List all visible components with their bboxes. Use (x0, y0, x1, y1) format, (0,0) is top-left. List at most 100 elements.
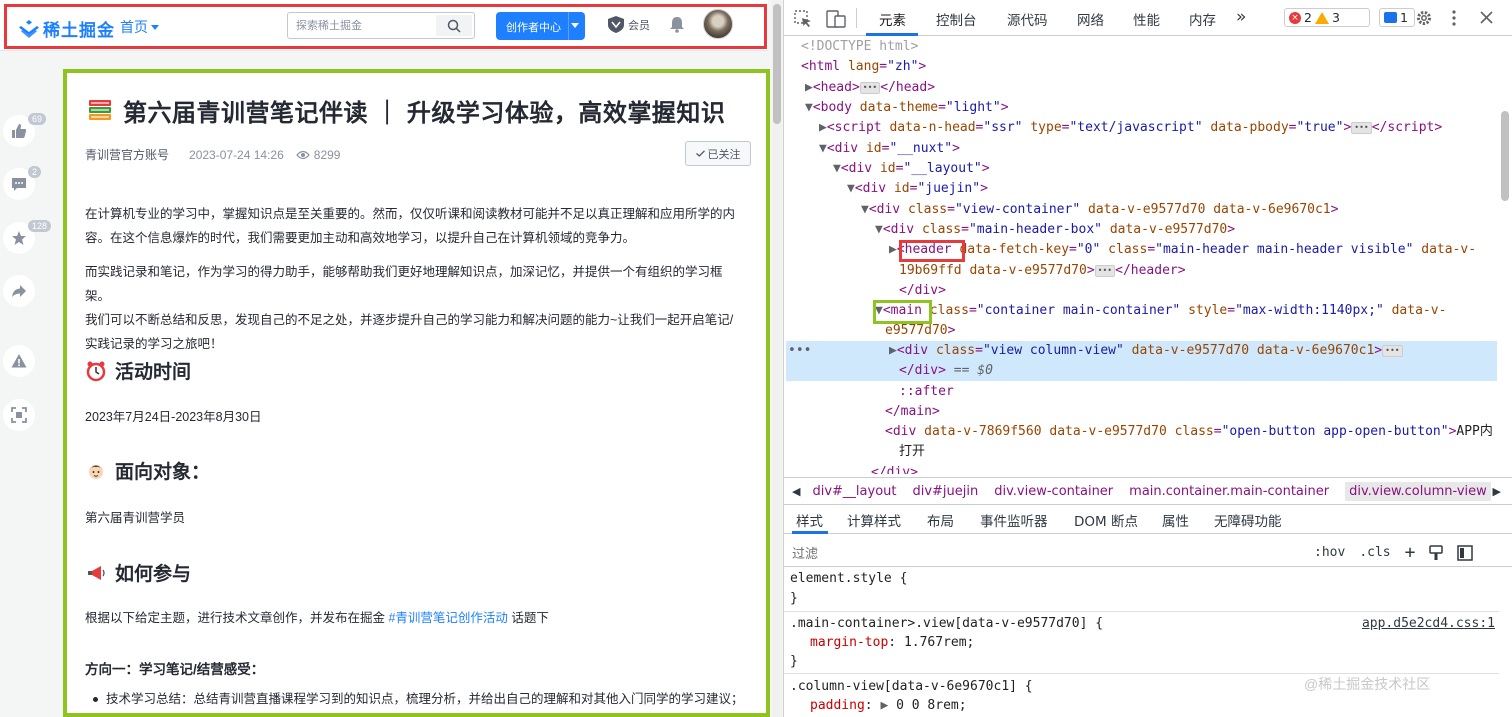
subtab-layout[interactable]: 布局 (927, 510, 954, 530)
search-input[interactable] (296, 13, 436, 38)
issues-counter[interactable]: × 2 3 (1284, 8, 1370, 27)
tag-name: header (1130, 263, 1178, 278)
watermark-text: @稀土掘金技术社区 (1304, 676, 1431, 692)
close-devtools-icon[interactable] (1480, 11, 1493, 24)
dom-line[interactable]: ▶<script data-n-head="ssr" type="text/ja… (819, 118, 1442, 138)
breadcrumb-scroll-left-icon[interactable]: ◀ (792, 485, 800, 498)
rule-selector[interactable]: .main-container>.view[data-v-e9577d70] { (790, 614, 1103, 633)
activity-time-text: 2023年7月24日-2023年8月30日 (85, 410, 262, 424)
cls-toggle[interactable]: .cls (1359, 545, 1390, 560)
ellipsis-icon[interactable]: ••• (1382, 344, 1403, 357)
breadcrumb-item[interactable]: div.view-container (994, 484, 1113, 499)
dom-line[interactable]: ::after (899, 382, 954, 402)
heading-target-audience: 面向对象： (85, 457, 210, 484)
report-button[interactable] (3, 345, 35, 377)
star-icon (12, 231, 26, 245)
scrollbar-thumb[interactable] (1501, 111, 1509, 201)
filter-input[interactable]: 过滤 (792, 543, 818, 562)
settings-gear-icon[interactable] (1415, 9, 1433, 27)
dom-tree-scrollbar[interactable] (1499, 81, 1510, 474)
notification-bell[interactable] (669, 16, 685, 36)
tab-memory[interactable]: 内存 (1189, 9, 1216, 29)
vip-entry[interactable]: 会员 (608, 16, 650, 33)
tab-console[interactable]: 控制台 (936, 9, 977, 29)
follow-button[interactable]: 已关注 (685, 141, 751, 166)
search-button[interactable] (436, 15, 472, 36)
rule-declaration[interactable]: margin-top: 1.767rem; (810, 633, 974, 652)
nav-home-dropdown[interactable]: 首页 (120, 17, 159, 37)
dom-line[interactable]: ▼<main class="container main-container" … (875, 301, 1446, 321)
subtab-dom-breakpoints[interactable]: DOM 断点 (1074, 510, 1138, 530)
dom-line[interactable]: ▶<header data-fetch-key="0" class="main-… (889, 240, 1476, 260)
breadcrumb-item[interactable]: div#juejin (912, 484, 978, 499)
dom-line[interactable]: 打开 (899, 442, 925, 462)
rule-selector[interactable]: element.style { (790, 569, 907, 588)
tab-sources[interactable]: 源代码 (1007, 9, 1048, 29)
dom-line[interactable]: ▼<div id="__layout"> (833, 159, 990, 179)
tab-network[interactable]: 网络 (1077, 9, 1104, 29)
list-item: 技术学习总结：总结青训营直播课程学习到的知识点，梳理分析，并给出自己的理解和对其… (93, 687, 744, 711)
breadcrumb-item[interactable]: main.container.main-container (1129, 484, 1329, 499)
dom-line[interactable]: <html lang="zh"> (801, 57, 926, 77)
kebab-menu-icon[interactable] (1452, 10, 1456, 26)
topic-link[interactable]: #青训营笔记创作活动 (388, 611, 507, 625)
sidebar-toggle-icon[interactable] (1457, 544, 1474, 561)
share-button[interactable] (3, 275, 35, 307)
heading-text: 面向对象： (115, 462, 211, 483)
ellipsis-icon[interactable]: ••• (1351, 121, 1372, 134)
pseudo-element: ::after (899, 384, 954, 399)
dom-line[interactable]: <div data-v-7869f560 data-v-e9577d70 cla… (885, 422, 1493, 442)
dom-line[interactable]: ▼<div id="__nuxt"> (819, 139, 960, 159)
subtab-properties[interactable]: 属性 (1162, 510, 1189, 530)
more-tabs-icon[interactable]: » (1236, 7, 1246, 27)
breadcrumb-scroll-right-icon[interactable]: ▶ (1493, 485, 1501, 498)
author-name[interactable]: 青训营官方账号 (85, 146, 169, 163)
creator-center-button[interactable]: 创作者中心 (496, 12, 585, 40)
paragraph-line: 在计算机专业的学习中，掌握知识点是至关重要的。然而，仅仅听课和阅读教材可能并不足… (85, 207, 736, 221)
subtab-accessibility[interactable]: 无障碍功能 (1214, 510, 1282, 530)
scrollbar-thumb[interactable] (773, 4, 781, 124)
breadcrumb-item-active[interactable]: div.view.column-view (1345, 481, 1491, 501)
dom-line[interactable]: ▼<body data-theme="light"> (805, 98, 1009, 118)
dom-line[interactable]: </div> (871, 463, 918, 474)
warning-count: 3 (1331, 10, 1340, 25)
dom-line-selected[interactable]: ▶<div class="view column-view" data-v-e9… (889, 341, 1403, 361)
dom-line-selected[interactable]: </div> == $0 (899, 361, 993, 381)
join-prefix: 根据以下给定主题，进行技术文章创作，并发布在掘金 (85, 611, 389, 625)
rule-source-link[interactable]: app.d5e2cd4.css:1 (1362, 614, 1495, 633)
error-count: 2 (1304, 10, 1312, 25)
dom-line[interactable]: e9577d70> (885, 321, 955, 341)
rule-selector[interactable]: .column-view[data-v-6e9670c1] { (790, 677, 1033, 696)
page-scrollbar[interactable] (772, 0, 782, 717)
device-toolbar-icon[interactable] (826, 10, 846, 28)
dom-line[interactable]: ▼<div class="view-container" data-v-e957… (861, 200, 1338, 220)
new-rule-plus-icon[interactable]: + (1405, 542, 1416, 563)
rule-declaration[interactable]: padding: ▶ 0 0 8rem; (810, 696, 967, 715)
user-avatar[interactable] (703, 9, 733, 39)
tag-name: head (820, 80, 852, 95)
dom-line[interactable]: </main> (885, 402, 940, 422)
messages-counter[interactable]: 1 (1379, 8, 1415, 27)
ellipsis-icon[interactable]: ••• (859, 81, 881, 94)
rule-brace: } (790, 591, 798, 606)
subtab-event-listeners[interactable]: 事件监听器 (980, 510, 1048, 530)
hov-toggle[interactable]: :hov (1314, 545, 1345, 560)
breadcrumb-item[interactable]: div#__layout (812, 484, 896, 499)
juejin-logo[interactable]: 稀土掘金 (19, 16, 115, 41)
subtab-computed[interactable]: 计算样式 (847, 510, 901, 530)
subtab-styles[interactable]: 样式 (796, 510, 823, 530)
fullscreen-button[interactable] (3, 399, 35, 431)
selected-node-ellipsis[interactable]: ••• (788, 341, 811, 361)
dom-line[interactable]: ▼<div class="main-header-box" data-v-e95… (875, 220, 1235, 240)
dom-line[interactable]: </div> (899, 281, 946, 301)
creator-dropdown-caret-icon[interactable] (571, 23, 579, 28)
tab-elements[interactable]: 元素 (879, 9, 906, 29)
ellipsis-icon[interactable]: ••• (1094, 264, 1116, 277)
dom-line[interactable]: <!DOCTYPE html> (801, 37, 918, 57)
dom-line[interactable]: ▶<head> ••• </head> (805, 78, 935, 98)
dom-line[interactable]: 19b69ffd data-v-e9577d70> ••• </header> (899, 261, 1186, 281)
inspect-element-icon[interactable] (794, 10, 812, 28)
tab-performance[interactable]: 性能 (1133, 9, 1160, 29)
paint-brush-icon[interactable] (1429, 544, 1444, 561)
dom-line[interactable]: ▼<div id="juejin"> (847, 179, 988, 199)
